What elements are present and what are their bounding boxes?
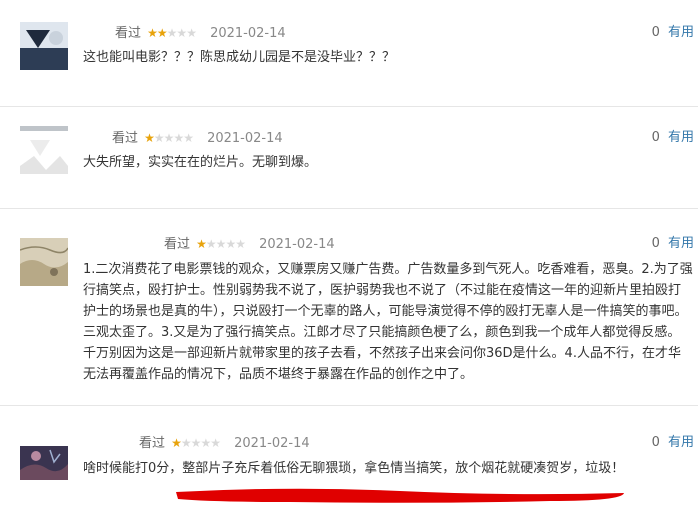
useful-vote: 0 有用 (652, 235, 694, 253)
review-date: 2021-02-14 (207, 131, 283, 146)
useful-vote: 0 有用 (652, 434, 694, 452)
review-meta: 看过 ★★★★★ 2021-02-14 (115, 24, 286, 42)
review-date: 2021-02-14 (259, 237, 335, 252)
review-meta: 看过 ★★★★★ 2021-02-14 (112, 129, 283, 147)
watch-status: 看过 (164, 237, 191, 252)
watch-status: 看过 (112, 131, 139, 146)
review-meta: 看过 ★★★★★ 2021-02-14 (164, 235, 335, 253)
avatar-image-icon (20, 22, 68, 70)
review-text: 1.二次消费花了电影票钱的观众，又赚票房又赚广告费。广告数量多到气死人。吃香难看… (83, 262, 693, 382)
rating-stars: ★★★★★ (196, 237, 246, 251)
useful-button[interactable]: 有用 (668, 435, 694, 450)
review-date: 2021-02-14 (234, 436, 310, 451)
red-underline-annotation (176, 488, 624, 503)
watch-status: 看过 (139, 436, 166, 451)
useful-count: 0 (651, 236, 660, 251)
watch-status: 看过 (115, 26, 142, 41)
review-text: 大失所望，实实在在的烂片。无聊到爆。 (83, 155, 318, 170)
rating-stars: ★★★★★ (171, 436, 221, 450)
avatar-image-icon (20, 238, 68, 286)
useful-button[interactable]: 有用 (668, 236, 694, 251)
useful-vote: 0 有用 (652, 24, 694, 42)
avatar[interactable] (20, 22, 68, 70)
avatar-image-icon (20, 126, 68, 174)
rating-stars: ★★★★★ (144, 131, 194, 145)
divider (0, 208, 698, 209)
review-date: 2021-02-14 (210, 26, 286, 41)
avatar[interactable] (20, 446, 68, 480)
useful-button[interactable]: 有用 (668, 130, 694, 145)
review-text: 啥时候能打0分，整部片子充斥着低俗无聊猥琐，拿色情当搞笑，放个烟花就硬凑贺岁，垃… (83, 461, 625, 476)
avatar-image-icon (20, 446, 68, 480)
rating-stars: ★★★★★ (147, 26, 197, 40)
divider (0, 405, 698, 406)
useful-button[interactable]: 有用 (668, 25, 694, 40)
useful-vote: 0 有用 (652, 129, 694, 147)
useful-count: 0 (651, 130, 660, 145)
review-text: 这也能叫电影？？？陈思成幼儿园是不是没毕业？？？ (83, 50, 396, 65)
useful-count: 0 (651, 25, 660, 40)
divider (0, 106, 698, 107)
avatar[interactable] (20, 238, 68, 286)
review-meta: 看过 ★★★★★ 2021-02-14 (139, 434, 310, 452)
useful-count: 0 (651, 435, 660, 450)
avatar[interactable] (20, 126, 68, 174)
